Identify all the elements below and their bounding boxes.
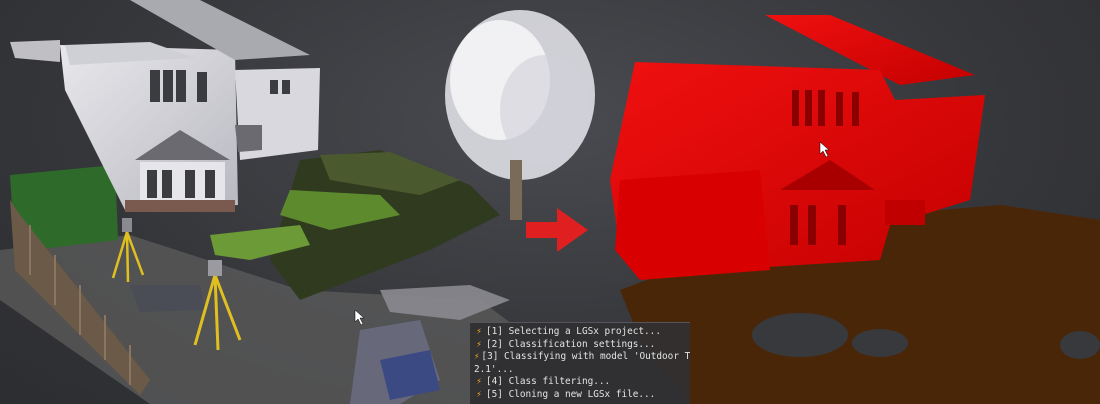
log-line-2: ⚡ [2] Classification settings... bbox=[474, 339, 690, 352]
log-line-3-continued: 2.1'... bbox=[474, 363, 514, 375]
bolt-icon: ⚡ bbox=[476, 339, 482, 350]
bolt-icon: ⚡ bbox=[476, 389, 482, 400]
progress-log-panel: ⚡ [1] Selecting a LGSx project... ⚡ [2] … bbox=[470, 322, 690, 404]
log-line-3: ⚡ [3] Classifying with model 'Outdoor TL… bbox=[474, 351, 690, 363]
shed-roof bbox=[10, 40, 60, 62]
transition-arrow bbox=[526, 208, 588, 252]
bolt-icon: ⚡ bbox=[476, 377, 482, 388]
brick-base bbox=[125, 200, 235, 212]
log-line-4: ⚡ [4] Class filtering... bbox=[474, 376, 690, 389]
log-line-1: ⚡ [1] Selecting a LGSx project... bbox=[474, 326, 690, 339]
bolt-icon: ⚡ bbox=[474, 352, 480, 363]
porch bbox=[235, 125, 262, 152]
building-wing bbox=[615, 170, 770, 280]
log-line-5: ⚡ [5] Cloning a new LGSx file... bbox=[474, 389, 690, 402]
ground-patch bbox=[130, 285, 205, 312]
bolt-icon: ⚡ bbox=[476, 327, 482, 337]
